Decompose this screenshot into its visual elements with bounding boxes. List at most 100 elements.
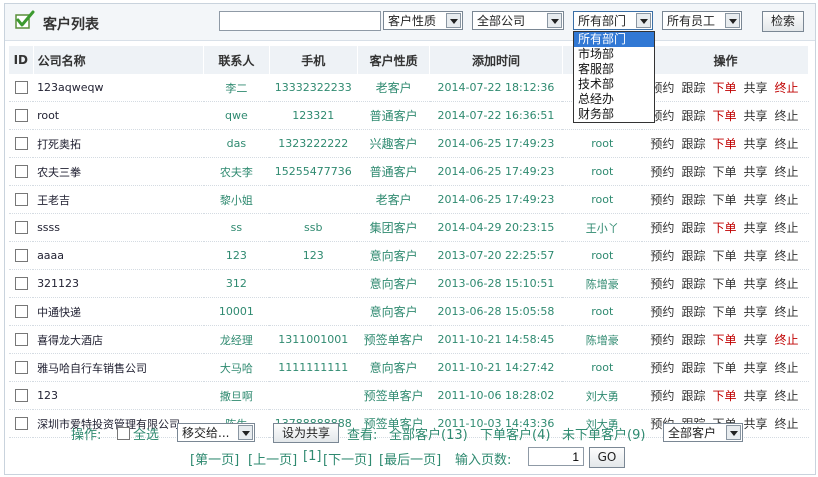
row-checkbox[interactable] [14,361,28,375]
row-checkbox[interactable] [14,305,28,319]
track-link[interactable]: 跟踪 [681,361,705,375]
terminate-link[interactable]: 终止 [774,221,798,235]
appointment-link[interactable]: 预约 [650,249,674,263]
track-link[interactable]: 跟踪 [681,277,705,291]
share-link[interactable]: 共享 [743,277,767,291]
row-checkbox[interactable] [14,333,28,347]
appointment-link[interactable]: 预约 [650,277,674,291]
share-link[interactable]: 共享 [743,137,767,151]
order-link[interactable]: 下单 [712,277,736,291]
staff-select[interactable]: 所有员工 [662,11,742,30]
terminate-link[interactable]: 终止 [774,109,798,123]
terminate-link[interactable]: 终止 [774,137,798,151]
last-page-link[interactable]: [最后一页] [379,449,441,468]
view-filter-select[interactable]: 全部客户 [663,423,743,442]
appointment-link[interactable]: 预约 [650,361,674,375]
company-name[interactable]: 123 [33,381,204,410]
terminate-link[interactable]: 终止 [774,249,798,263]
row-checkbox[interactable] [14,81,28,95]
department-option[interactable]: 市场部 [574,47,654,62]
track-link[interactable]: 跟踪 [681,221,705,235]
company-name[interactable]: 雅马哈自行车销售公司 [33,353,204,382]
company-name[interactable]: ssss [33,213,204,242]
company-name[interactable]: 农夫三拳 [33,157,204,186]
terminate-link[interactable]: 终止 [774,389,798,403]
track-link[interactable]: 跟踪 [681,249,705,263]
share-link[interactable]: 共享 [743,389,767,403]
row-checkbox[interactable] [14,277,28,291]
order-link[interactable]: 下单 [712,193,736,207]
share-link[interactable]: 共享 [743,333,767,347]
go-button[interactable]: GO [589,447,625,468]
share-link[interactable]: 共享 [743,193,767,207]
appointment-link[interactable]: 预约 [650,389,674,403]
department-option[interactable]: 所有部门 [574,32,654,47]
company-name[interactable]: 123aqweqw [33,74,204,102]
appointment-link[interactable]: 预约 [650,221,674,235]
row-checkbox[interactable] [14,137,28,151]
company-name[interactable]: 王老吉 [33,185,204,214]
next-page-link[interactable]: [下一页] [323,449,372,468]
department-option[interactable]: 财务部 [574,107,654,122]
track-link[interactable]: 跟踪 [681,165,705,179]
department-select[interactable]: 所有部门 [573,11,653,30]
row-checkbox[interactable] [14,249,28,263]
first-page-link[interactable]: [第一页] [190,449,239,468]
current-page-link[interactable]: [1] [303,449,321,464]
order-link[interactable]: 下单 [712,305,736,319]
search-input[interactable] [219,11,381,31]
row-checkbox[interactable] [14,389,28,403]
company-select[interactable]: 全部公司 [472,11,564,30]
order-link[interactable]: 下单 [712,81,736,95]
prev-page-link[interactable]: [上一页] [248,449,297,468]
transfer-to-select[interactable]: 移交给... [177,423,255,442]
department-option[interactable]: 技术部 [574,77,654,92]
order-link[interactable]: 下单 [712,221,736,235]
track-link[interactable]: 跟踪 [681,137,705,151]
appointment-link[interactable]: 预约 [650,137,674,151]
row-checkbox[interactable] [14,221,28,235]
share-link[interactable]: 共享 [743,81,767,95]
company-name[interactable]: 喜得龙大酒店 [33,325,204,354]
order-link[interactable]: 下单 [712,361,736,375]
ordered-customers-link[interactable]: 下单客户(4) [480,424,550,443]
share-link[interactable]: 共享 [743,361,767,375]
all-customers-link[interactable]: 全部客户(13) [389,424,468,443]
share-link[interactable]: 共享 [743,305,767,319]
company-name[interactable]: aaaa [33,241,204,270]
order-link[interactable]: 下单 [712,249,736,263]
terminate-link[interactable]: 终止 [774,277,798,291]
department-dropdown-list[interactable]: 所有部门 市场部 客服部 技术部 总经办 财务部 [573,31,655,123]
company-name[interactable]: 中通快递 [33,297,204,326]
row-checkbox[interactable] [14,165,28,179]
terminate-link[interactable]: 终止 [774,333,798,347]
search-button[interactable]: 检索 [762,11,804,32]
track-link[interactable]: 跟踪 [681,109,705,123]
order-link[interactable]: 下单 [712,389,736,403]
department-option[interactable]: 总经办 [574,92,654,107]
share-link[interactable]: 共享 [743,221,767,235]
company-name[interactable]: root [33,101,204,130]
appointment-link[interactable]: 预约 [650,193,674,207]
company-name[interactable]: 打死奥拓 [33,129,204,158]
appointment-link[interactable]: 预约 [650,305,674,319]
terminate-link[interactable]: 终止 [774,305,798,319]
order-link[interactable]: 下单 [712,137,736,151]
share-link[interactable]: 共享 [743,165,767,179]
select-all-checkbox[interactable] [117,427,130,440]
share-link[interactable]: 共享 [743,249,767,263]
appointment-link[interactable]: 预约 [650,165,674,179]
track-link[interactable]: 跟踪 [681,305,705,319]
track-link[interactable]: 跟踪 [681,333,705,347]
terminate-link[interactable]: 终止 [774,81,798,95]
order-link[interactable]: 下单 [712,109,736,123]
department-option[interactable]: 客服部 [574,62,654,77]
track-link[interactable]: 跟踪 [681,389,705,403]
row-checkbox[interactable] [14,193,28,207]
company-name[interactable]: 321123 [33,269,204,298]
page-number-input[interactable] [528,447,584,466]
set-shared-button[interactable]: 设为共享 [273,423,339,443]
terminate-link[interactable]: 终止 [774,361,798,375]
order-link[interactable]: 下单 [712,333,736,347]
appointment-link[interactable]: 预约 [650,333,674,347]
